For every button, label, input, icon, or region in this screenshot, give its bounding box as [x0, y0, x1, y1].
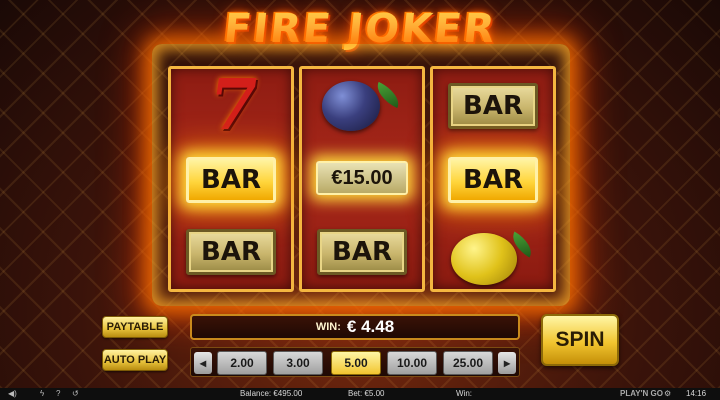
- reel-2: €15.00 BAR: [299, 66, 425, 292]
- win-value: € 4.48: [346, 317, 395, 336]
- lemon-icon: [451, 233, 517, 285]
- paytable-button[interactable]: PAYTABLE: [102, 316, 168, 338]
- lightning-icon[interactable]: ϟ: [40, 389, 44, 398]
- bet-selector: ◂ 2.00 3.00 5.00 10.00 25.00 ▸: [190, 347, 520, 377]
- autoplay-button[interactable]: AUTO PLAY: [102, 349, 168, 371]
- bet-option-2[interactable]: 2.00: [217, 351, 267, 375]
- bet-option-3[interactable]: 3.00: [273, 351, 323, 375]
- game-stage: FIRE JOKER 7 BAR BAR €15.00 BAR BAR BAR …: [0, 0, 720, 388]
- win-amount-symbol: €15.00: [316, 161, 408, 195]
- balance-readout: Balance: €495.00: [240, 389, 303, 398]
- speaker-icon[interactable]: ◀): [8, 389, 17, 398]
- history-icon[interactable]: ↺: [72, 389, 79, 398]
- bet-option-10[interactable]: 10.00: [387, 351, 437, 375]
- seven-symbol: 7: [203, 63, 265, 146]
- spin-button[interactable]: SPIN: [541, 314, 619, 366]
- settings-icon[interactable]: ⚙: [664, 389, 671, 398]
- bar-symbol: BAR: [317, 229, 407, 275]
- bar-symbol: BAR: [186, 229, 276, 275]
- reel-1: 7 BAR BAR: [168, 63, 294, 292]
- win-readout: Win:: [456, 389, 472, 398]
- bar-symbol-win: BAR: [448, 157, 538, 203]
- bet-left-arrow-icon[interactable]: ◂: [194, 352, 212, 374]
- win-display: WIN: € 4.48: [190, 314, 520, 340]
- win-label: WIN:: [315, 321, 341, 333]
- bet-right-arrow-icon[interactable]: ▸: [498, 352, 516, 374]
- bar-symbol: BAR: [448, 83, 538, 129]
- brand-logo: PLAY'N GO: [620, 389, 663, 398]
- bar-symbol-win: BAR: [186, 157, 276, 203]
- bet-option-5-selected[interactable]: 5.00: [331, 351, 381, 375]
- status-bar: ◀) ϟ ? ↺ Balance: €495.00 Bet: €5.00 Win…: [0, 388, 720, 400]
- reel-3: BAR BAR: [430, 66, 556, 292]
- clock: 14:16: [686, 389, 707, 398]
- bet-readout: Bet: €5.00: [348, 389, 385, 398]
- plum-icon: [322, 81, 380, 131]
- bet-option-25[interactable]: 25.00: [443, 351, 493, 375]
- help-icon[interactable]: ?: [56, 389, 60, 398]
